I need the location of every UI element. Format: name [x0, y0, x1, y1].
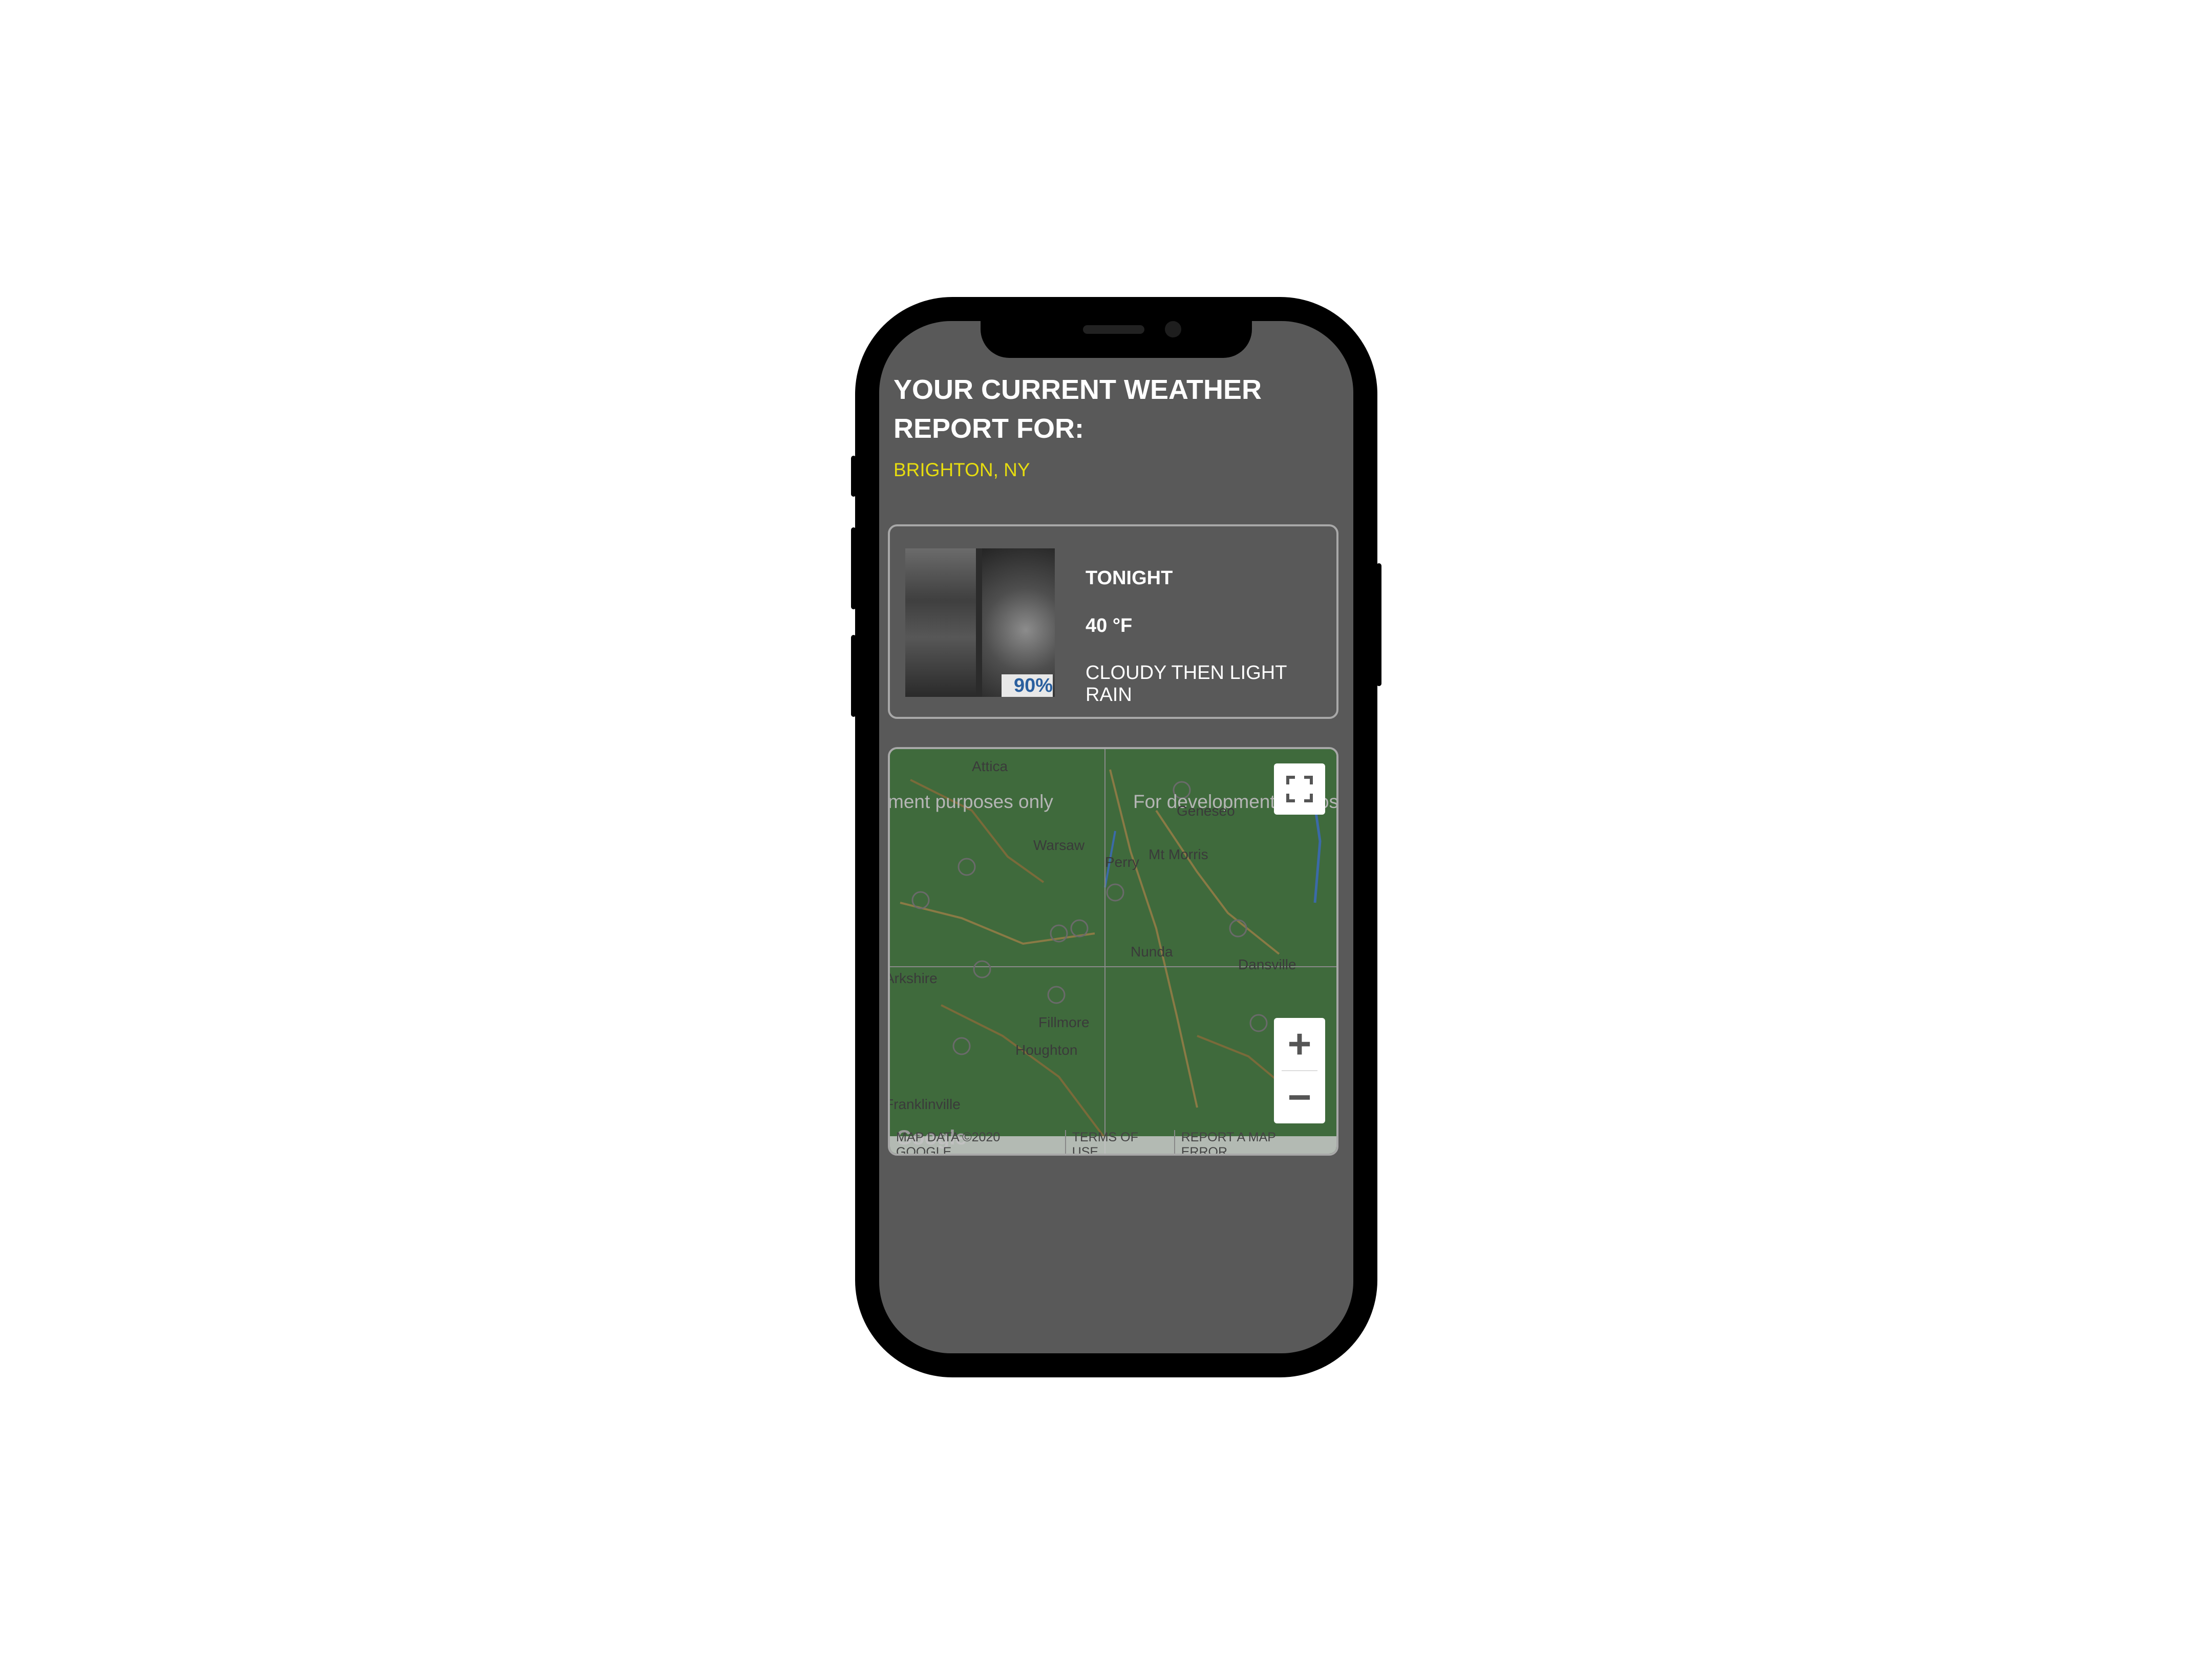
map-place: Attica [972, 758, 1008, 774]
phone-volume-up [851, 527, 856, 609]
map-place: Franklinville [888, 1096, 961, 1112]
map-place: Geneseo [1177, 803, 1235, 819]
map-attribution: MAP DATA ©2020 GOOGLE TERMS OF USE REPOR… [890, 1130, 1336, 1154]
weather-condition-icon: 90% [905, 548, 1055, 697]
forecast-temperature: 40 °F [1086, 615, 1133, 636]
speaker-grille [1083, 325, 1144, 334]
forecast-period: TONIGHT [1086, 567, 1173, 589]
forecast-description: CLOUDY THEN LIGHT RAIN [1086, 662, 1287, 706]
map-place: Nunda [1131, 944, 1173, 960]
map-widget[interactable]: ment purposes only For development purpo… [888, 747, 1338, 1156]
zoom-out-button[interactable]: − [1274, 1071, 1325, 1123]
fullscreen-button[interactable] [1274, 763, 1325, 815]
zoom-control: + − [1274, 1018, 1325, 1123]
weather-card: 90% TONIGHT 40 °F CLOUDY THEN LIGHT RAIN [888, 524, 1338, 719]
phone-side-button [851, 456, 856, 497]
phone-volume-down [851, 635, 856, 717]
map-place: Houghton [1015, 1042, 1078, 1058]
map-watermark-left: ment purposes only [888, 791, 1053, 812]
map-place: Mt Morris [1148, 846, 1208, 862]
phone-screen: YOUR CURRENT WEATHER REPORT FOR: BRIGHTO… [879, 321, 1353, 1353]
precip-chance: 90% [1002, 674, 1053, 697]
fullscreen-icon [1286, 776, 1313, 802]
map-place: Arkshire [888, 970, 938, 986]
page-title: YOUR CURRENT WEATHER REPORT FOR: [894, 374, 1262, 444]
location-label: BRIGHTON, NY [894, 459, 1030, 480]
map-place: Dansville [1238, 956, 1296, 972]
cloudy-sky-icon [905, 548, 976, 697]
phone-notch [981, 321, 1252, 358]
map-place: Warsaw [1033, 837, 1085, 853]
map-place: Perry [1105, 854, 1139, 870]
phone-power-button [1376, 563, 1381, 686]
map-data-credit: MAP DATA ©2020 GOOGLE [896, 1130, 1001, 1156]
terms-of-use-link[interactable]: TERMS OF USE [1065, 1130, 1174, 1154]
zoom-in-button[interactable]: + [1274, 1018, 1325, 1070]
report-map-error-link[interactable]: REPORT A MAP ERROR [1174, 1130, 1331, 1154]
map-place: Fillmore [1038, 1014, 1090, 1030]
front-camera [1165, 321, 1181, 337]
phone-frame: YOUR CURRENT WEATHER REPORT FOR: BRIGHTO… [851, 297, 1381, 1377]
